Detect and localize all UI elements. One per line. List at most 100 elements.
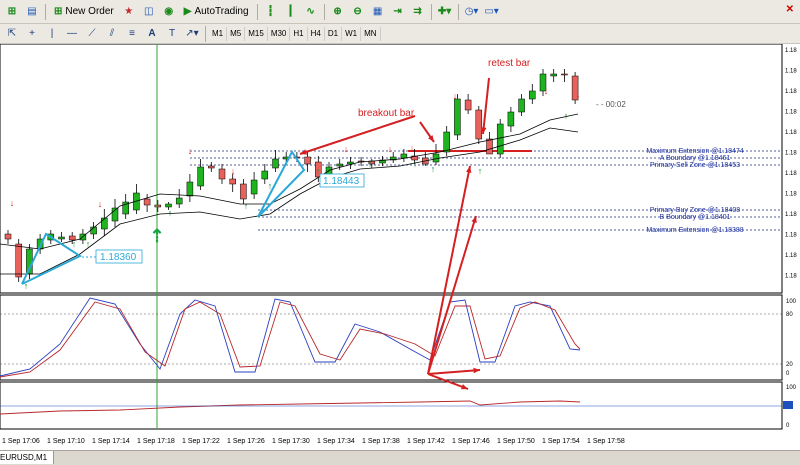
stochastic-level-label: 100 (786, 299, 797, 305)
profiles-icon[interactable]: ▤ (23, 3, 41, 21)
periods-icon[interactable]: ◷▾ (463, 3, 481, 21)
candle-body (250, 179, 258, 195)
candle-body (154, 204, 162, 208)
level-label: Primary Buy Zone @1.18408 (650, 207, 740, 214)
time-axis-label: 1 Sep 17:38 (362, 438, 400, 445)
autotrading-label: AutoTrading (194, 6, 249, 17)
timeframe-m15[interactable]: M15 (245, 26, 268, 41)
buy-arrow: ↑ (431, 164, 436, 174)
time-axis-label: 1 Sep 17:54 (542, 438, 580, 445)
autotrading-button[interactable]: ▶ AutoTrading (180, 3, 253, 21)
sell-arrow: ↓ (231, 166, 236, 176)
time-axis-label: 1 Sep 17:06 (2, 438, 40, 445)
main-toolbar: ⊞ ▤ ⊞ New Order ★ ◫ ◉ ▶ AutoTrading ┇ ┃ ∿ … (0, 0, 800, 24)
fibonacci-icon[interactable]: ≡ (123, 25, 141, 43)
chart-shift-icon[interactable]: ⇥ (389, 3, 407, 21)
breakout-bar-label: breakout bar (358, 108, 415, 119)
timeframe-m5[interactable]: M5 (227, 26, 246, 41)
price-axis-label: 1.18 (785, 48, 797, 54)
timeframe-mn[interactable]: MN (361, 26, 381, 41)
candle-body (561, 73, 568, 76)
crosshair-icon[interactable]: + (23, 25, 41, 43)
sell-arrow: ↓ (98, 199, 103, 209)
autoscroll-icon[interactable]: ⇉ (409, 3, 427, 21)
candle-body (186, 181, 194, 197)
buy-arrow: ↑ (413, 159, 418, 169)
price-axis-label: 1.18 (785, 171, 797, 177)
timeframe-m30[interactable]: M30 (268, 26, 291, 41)
candle-body (229, 178, 236, 185)
candle-body (218, 168, 226, 180)
timeframe-h1[interactable]: H1 (290, 26, 308, 41)
text-tool-icon[interactable]: A (143, 25, 161, 43)
candle-body (143, 198, 151, 206)
chart-tabbar: EURUSD,M1 (0, 450, 800, 465)
sell-arrow: ↓ (410, 143, 415, 153)
price-axis-label: 1.18 (785, 192, 797, 198)
toolbar-separator (430, 3, 432, 20)
trendline-icon[interactable]: ⟋ (83, 25, 101, 43)
candle-body (58, 236, 65, 240)
oscillator-50-marker (783, 401, 793, 409)
data-window-icon[interactable]: ◫ (140, 3, 158, 21)
candle-body (175, 197, 183, 205)
candle-body (304, 156, 311, 165)
price-axis-label: 1.18 (785, 233, 797, 239)
price-chart[interactable]: 1.18 1.18 1.18 1.18 1.18 1.18 1.18 1.18 1.18 1.18… (0, 44, 800, 450)
bar-chart-icon[interactable]: ┇ (262, 3, 280, 21)
timeframe-m1[interactable]: M1 (209, 26, 228, 41)
toolbar-separator (45, 3, 46, 20)
buy-arrow: ↑ (244, 201, 249, 211)
equidistant-channel-icon[interactable]: ⫽ (103, 25, 121, 43)
market-watch-icon[interactable]: ★ (120, 3, 138, 21)
timeframe-w1[interactable]: W1 (342, 26, 362, 41)
templates-icon[interactable]: ▭▾ (483, 3, 501, 21)
sell-arrow: ↓ (388, 144, 393, 154)
timeframe-h4[interactable]: H4 (308, 26, 325, 41)
new-order-button[interactable]: ⊞ New Order (50, 3, 118, 21)
chart-tab-eurusd[interactable]: EURUSD,M1 (0, 451, 55, 464)
zoom-out-icon[interactable]: ⊖ (349, 3, 367, 21)
new-order-label: New Order (65, 6, 114, 17)
chart-background (0, 44, 800, 450)
time-axis-label: 1 Sep 17:30 (272, 438, 310, 445)
stochastic-level-label: 20 (786, 362, 793, 368)
time-axis-label: 1 Sep 17:10 (47, 438, 85, 445)
candle-body (464, 99, 472, 111)
time-axis-label: 1 Sep 17:50 (497, 438, 535, 445)
tile-windows-icon[interactable]: ▦ (369, 3, 387, 21)
toolbar-separator (323, 3, 325, 20)
candle-body (208, 165, 215, 169)
indicators-icon[interactable]: ✚▾ (436, 3, 454, 21)
toolbar-separator (256, 3, 258, 20)
timeframe-d1[interactable]: D1 (325, 26, 343, 41)
candle-body (486, 138, 493, 155)
time-axis-label: 1 Sep 17:26 (227, 438, 265, 445)
close-icon[interactable]: ✕ (786, 4, 794, 15)
vertical-line-icon[interactable]: | (43, 25, 61, 43)
price-axis-label: 1.18 (785, 151, 797, 157)
candlestick-icon[interactable]: ┃ (282, 3, 300, 21)
buy-arrow: ↑ (316, 166, 321, 176)
oscillator-level-label: 100 (786, 385, 797, 391)
candle-body (518, 98, 525, 113)
line-chart-icon[interactable]: ∿ (302, 3, 320, 21)
time-axis-label: 1 Sep 17:34 (317, 438, 355, 445)
zoom-in-icon[interactable]: ⊕ (329, 3, 347, 21)
navigator-icon[interactable]: ◉ (160, 3, 178, 21)
sell-arrow: ↓ (188, 146, 193, 156)
arrows-tool-icon[interactable]: ↗▾ (183, 25, 201, 43)
price-axis-label: 1.18 (785, 69, 797, 75)
toolbar-separator (205, 25, 206, 42)
buy-arrow: ↑ (368, 159, 373, 169)
retest-bar-label: retest bar (488, 58, 531, 69)
toolbar-separator (457, 3, 459, 20)
cursor-icon[interactable]: ⇱ (3, 25, 21, 43)
candle-body (336, 163, 343, 167)
new-chart-icon[interactable]: ⊞ (3, 3, 21, 21)
candle-body (400, 153, 408, 159)
horizontal-line-icon[interactable]: — (63, 25, 81, 43)
label-tool-icon[interactable]: T (163, 25, 181, 43)
sell-arrow: ↓ (453, 91, 458, 101)
zigzag-label: 1.18443 (323, 176, 360, 187)
